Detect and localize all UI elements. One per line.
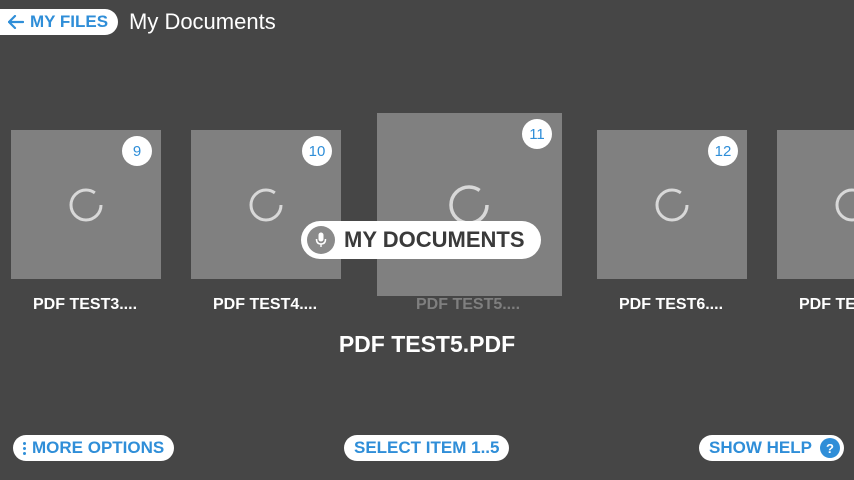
file-tile-focused[interactable]: 11: [377, 113, 562, 296]
focused-file-name: PDF TEST5.PDF: [338, 331, 516, 357]
file-label: PDF TEST6....: [619, 296, 724, 313]
file-tile[interactable]: [777, 130, 854, 279]
file-label: PDF TEST4....: [213, 296, 318, 313]
loading-spinner-icon: [655, 188, 689, 222]
file-tile[interactable]: 9: [11, 130, 161, 279]
more-options-label: MORE OPTIONS: [32, 438, 165, 457]
item-number-badge: 9: [122, 136, 152, 166]
voice-command-label: MY DOCUMENTS: [344, 227, 525, 252]
page-title: My Documents: [129, 9, 276, 34]
item-number-badge: 12: [708, 136, 738, 166]
file-tile[interactable]: 12: [597, 130, 747, 279]
item-number-badge: 10: [302, 136, 332, 166]
loading-spinner-icon: [69, 188, 103, 222]
show-help-button[interactable]: SHOW HELP ?: [699, 435, 844, 461]
select-item-button[interactable]: SELECT ITEM 1..5: [344, 435, 510, 461]
file-label: PDF TEST5....: [416, 296, 521, 313]
microphone-icon: [307, 226, 335, 254]
back-arrow-icon: [8, 15, 24, 29]
help-icon: ?: [819, 438, 840, 458]
back-button-my-files[interactable]: MY FILES: [0, 9, 119, 35]
voice-command-pill: MY DOCUMENTS: [301, 221, 541, 259]
file-label: PDF TEST3....: [33, 296, 138, 313]
item-number-badge: 11: [522, 119, 552, 149]
loading-spinner-icon: [835, 188, 854, 222]
more-vertical-icon: [23, 441, 26, 456]
back-button-label: MY FILES: [30, 12, 109, 31]
more-options-button[interactable]: MORE OPTIONS: [13, 435, 175, 461]
loading-spinner-icon: [249, 188, 283, 222]
select-item-label: SELECT ITEM 1..5: [354, 438, 500, 457]
show-help-label: SHOW HELP: [709, 438, 812, 457]
file-label: PDF TE: [799, 296, 854, 313]
